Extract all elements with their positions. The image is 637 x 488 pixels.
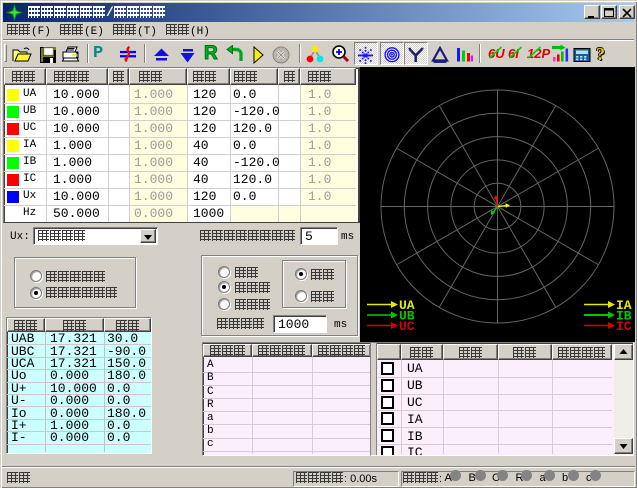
svg-text:UC: UC	[399, 319, 415, 334]
svg-text:IC: IC	[616, 319, 632, 334]
